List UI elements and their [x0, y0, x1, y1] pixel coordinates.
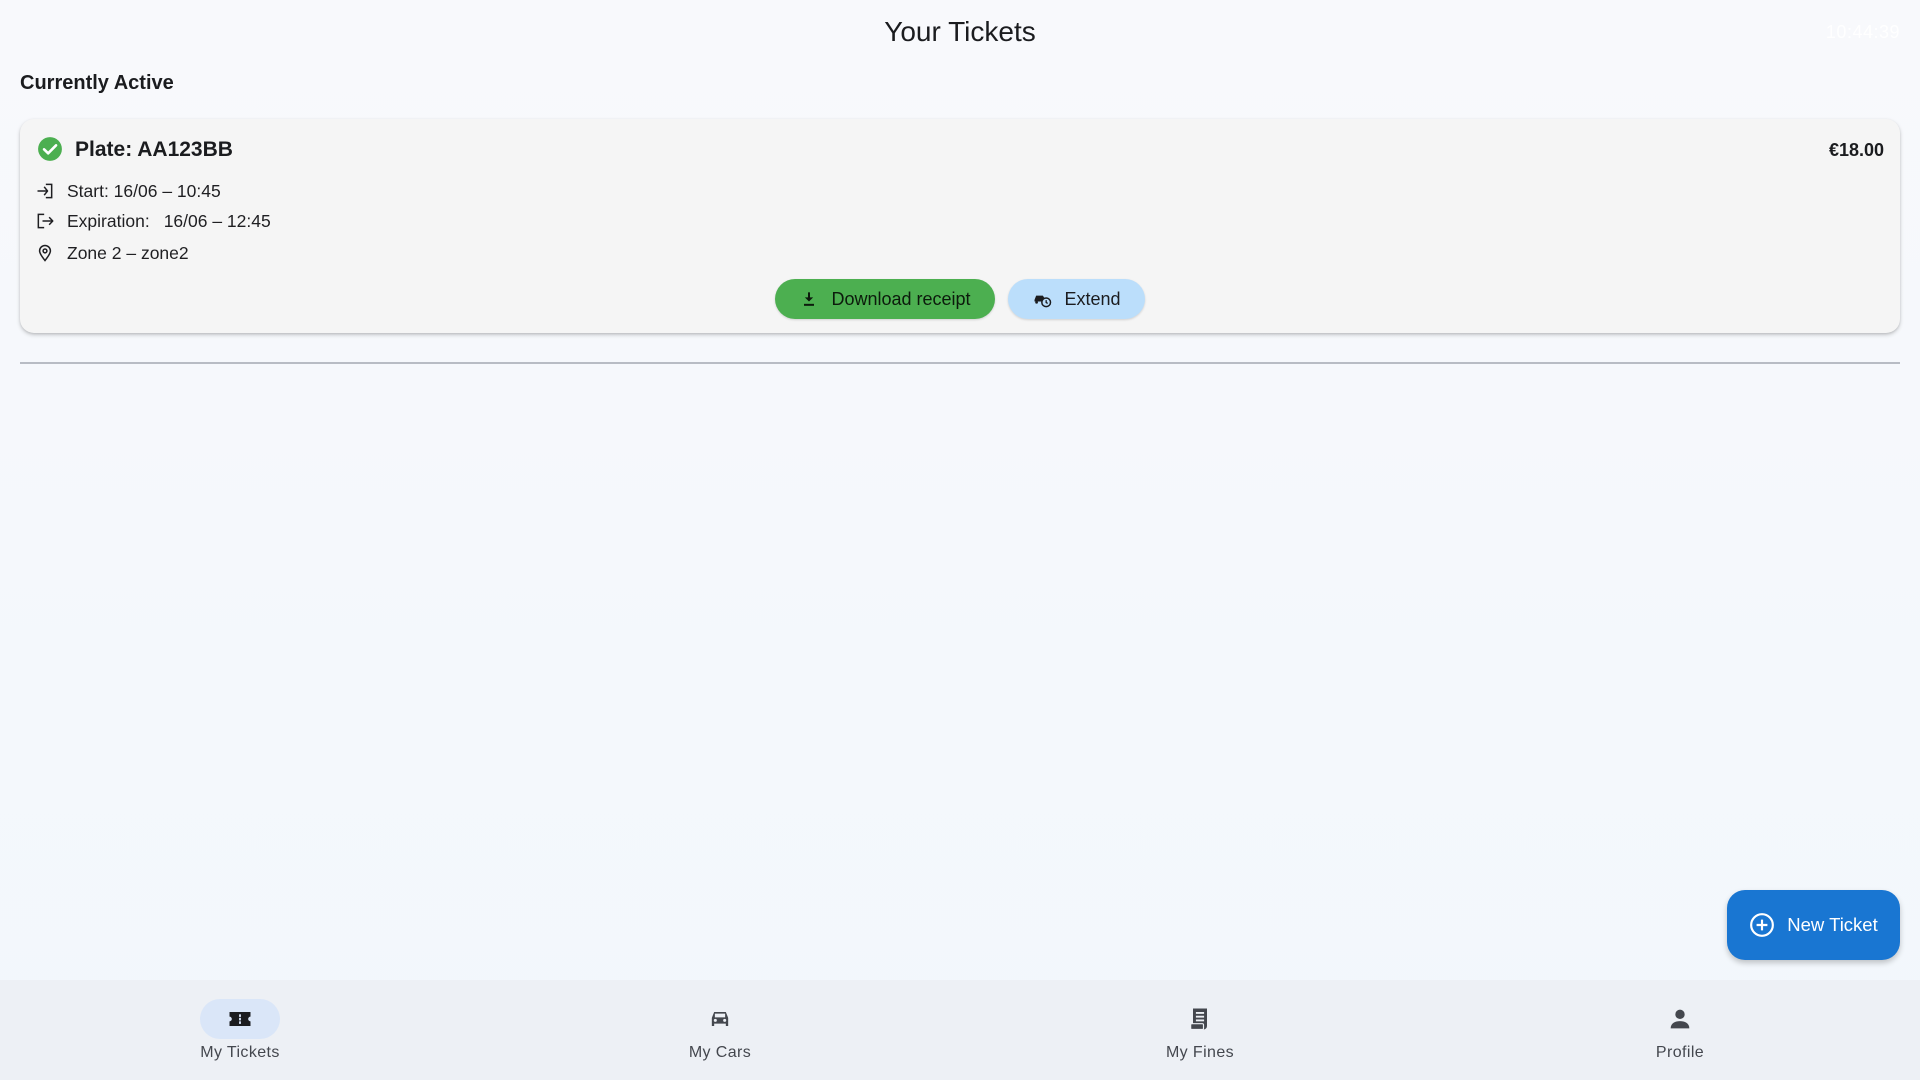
receipt-icon	[1190, 1008, 1207, 1031]
active-ticket-card: Plate: AA123BB €18.00 Start: 16/06 – 10:…	[20, 119, 1900, 333]
start-time-text: Start: 16/06 – 10:45	[67, 180, 221, 201]
download-receipt-label: Download receipt	[831, 288, 971, 309]
download-icon	[804, 292, 815, 306]
start-row: Start: 16/06 – 10:45	[35, 179, 221, 203]
car-icon	[711, 1012, 729, 1026]
plate-label: Plate: AA123BB	[75, 138, 233, 161]
nav-label-my-tickets: My Tickets	[200, 1044, 280, 1061]
top-app-bar: Your Tickets 10:44:39	[0, 0, 1920, 70]
nav-label-my-fines: My Fines	[1165, 1044, 1235, 1061]
new-ticket-label: New Ticket	[1787, 914, 1878, 935]
nav-active-indicator	[200, 999, 280, 1039]
nav-item-my-cars[interactable]: My Cars	[480, 980, 960, 1080]
login-icon	[37, 183, 53, 199]
download-receipt-button[interactable]: Download receipt	[775, 279, 995, 319]
expiration-label: Expiration:	[67, 210, 150, 231]
extend-button[interactable]: Extend	[1008, 279, 1145, 319]
location-pin-icon	[38, 244, 52, 262]
ticket-icon	[229, 1012, 251, 1026]
ticket-price: €18.00	[1828, 140, 1884, 160]
section-title-active: Currently Active	[20, 72, 174, 94]
page-title: Your Tickets	[884, 16, 1036, 47]
expiration-row: Expiration: 16/06 – 12:45	[35, 209, 271, 233]
zone-row: Zone 2 – zone2	[35, 241, 189, 265]
nav-label-my-cars: My Cars	[688, 1044, 752, 1061]
add-circle-icon	[1750, 913, 1775, 937]
nav-item-my-tickets[interactable]: My Tickets	[0, 980, 480, 1080]
nav-label-profile: Profile	[1655, 1044, 1705, 1061]
car-clock-icon	[1034, 295, 1052, 308]
section-divider	[20, 362, 1900, 364]
nav-icon-container	[1640, 999, 1720, 1039]
nav-item-profile[interactable]: Profile	[1440, 980, 1920, 1080]
check-circle-icon	[37, 136, 63, 162]
nav-item-my-fines[interactable]: My Fines	[960, 980, 1440, 1080]
nav-icon-container	[680, 999, 760, 1039]
clock-readout: 10:44:39	[1825, 22, 1900, 42]
new-ticket-button[interactable]: New Ticket	[1727, 890, 1900, 960]
expiration-value: 16/06 – 12:45	[163, 210, 271, 231]
nav-icon-container	[1160, 999, 1240, 1039]
bottom-navigation: My Tickets My Cars My Fines Profile	[0, 980, 1920, 1080]
zone-text: Zone 2 – zone2	[67, 242, 189, 263]
extend-label: Extend	[1064, 288, 1121, 309]
logout-icon	[37, 213, 54, 229]
person-icon	[1670, 1009, 1690, 1029]
